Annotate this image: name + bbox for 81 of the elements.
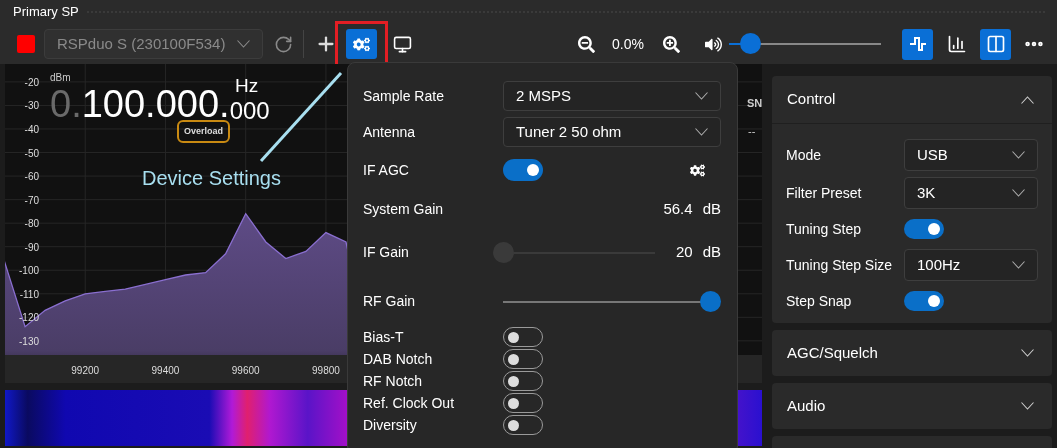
toggle-switch[interactable]	[904, 291, 944, 311]
monitor-icon	[393, 34, 412, 54]
field-label: Antenna	[363, 122, 417, 142]
axis-label: -20	[24, 76, 39, 88]
axis-label: 99600	[230, 364, 261, 378]
axis-label: 99400	[150, 364, 181, 378]
accordion-header[interactable]: Audio	[772, 383, 1052, 429]
gain-unit: dB	[702, 242, 721, 263]
axis-label: -130	[19, 335, 39, 347]
zoom-out-icon[interactable]	[578, 35, 596, 53]
refresh-icon[interactable]	[274, 34, 293, 54]
gain-unit: dB	[702, 198, 721, 219]
chevron-down-icon	[1021, 349, 1034, 357]
dropdown[interactable]: Tuner 2 50 ohm	[503, 117, 721, 147]
zoom-level: 0.0%	[612, 34, 644, 54]
chevron-down-icon	[1012, 261, 1025, 269]
zoom-in-icon[interactable]	[663, 35, 680, 53]
axis-label: -40	[24, 124, 39, 135]
field-label: Filter Preset	[786, 183, 863, 203]
axis-title: dBm	[50, 72, 71, 83]
field-label: IF Gain	[363, 243, 410, 262]
dropdown[interactable]: 2 MSPS	[503, 81, 721, 111]
axis-label: -80	[24, 218, 39, 230]
field-label: Mode	[786, 145, 823, 165]
dropdown[interactable]: 3K	[904, 177, 1038, 209]
slider-thumb[interactable]	[699, 290, 721, 312]
dropdown[interactable]: 100Hz	[904, 249, 1038, 281]
chevron-down-icon	[1021, 402, 1034, 410]
field-label: Bias-T	[363, 327, 405, 347]
slider-thumb[interactable]	[739, 33, 761, 54]
frequency-leading: 0.	[50, 85, 82, 123]
overload-badge: Overload	[177, 120, 230, 143]
view-button[interactable]	[902, 28, 933, 60]
snr-label: SN	[747, 96, 763, 111]
field-label: Diversity	[363, 415, 418, 435]
frequency-unit: Hz	[235, 74, 259, 98]
axis-label: -70	[24, 194, 39, 206]
axis-label: 99200	[70, 364, 101, 378]
chevron-down-icon	[1012, 151, 1025, 159]
settings-icon	[353, 35, 370, 53]
axis-label: 99800	[311, 364, 341, 378]
chevron-up-icon	[1021, 95, 1034, 104]
field-label: Tuning Step	[786, 219, 862, 239]
split-view-icon	[985, 34, 1006, 54]
field-label: System Gain	[363, 199, 445, 219]
bar-chart-icon	[946, 34, 967, 54]
field-label: Tuning Step Size	[786, 255, 894, 275]
window-title: Primary SP	[13, 3, 79, 22]
chevron-down-icon	[237, 40, 250, 48]
frequency-value: 100.000.	[81, 85, 230, 123]
chevron-down-icon	[1012, 189, 1025, 197]
chevron-down-icon	[695, 128, 708, 136]
frequency-fine: 000	[229, 99, 270, 123]
axis-label: -60	[24, 171, 39, 183]
field-label: DAB Notch	[363, 349, 434, 369]
field-label: IF AGC	[363, 160, 410, 180]
axis-label: -50	[24, 147, 39, 159]
field-label: RF Notch	[363, 371, 424, 391]
toggle-switch[interactable]	[904, 219, 944, 239]
axis-label: -90	[24, 241, 39, 253]
settings-button[interactable]	[346, 29, 377, 59]
volume-icon	[705, 35, 722, 53]
gain-value: 20	[675, 242, 693, 263]
accordion-header[interactable]: Control	[772, 76, 1052, 124]
axis-label: -100	[19, 265, 39, 277]
annotation-label: Device Settings	[142, 166, 281, 191]
view-button[interactable]	[980, 28, 1011, 60]
field-label: Step Snap	[786, 291, 853, 311]
settings-icon[interactable]	[690, 162, 705, 178]
field-label: RF Gain	[363, 292, 417, 311]
field-label: Ref. Clock Out	[363, 393, 456, 413]
gain-value: 56.4	[663, 198, 693, 219]
axis-label: -110	[19, 288, 39, 300]
square-wave-icon	[908, 36, 927, 52]
toggle-switch[interactable]	[503, 159, 543, 181]
axis-label: -30	[24, 100, 39, 112]
accordion-header[interactable]: AGC/Squelch	[772, 330, 1052, 376]
dropdown[interactable]: USB	[904, 139, 1038, 171]
snr-value: --	[748, 124, 756, 139]
chevron-down-icon	[695, 92, 708, 100]
field-label: Sample Rate	[363, 86, 445, 106]
